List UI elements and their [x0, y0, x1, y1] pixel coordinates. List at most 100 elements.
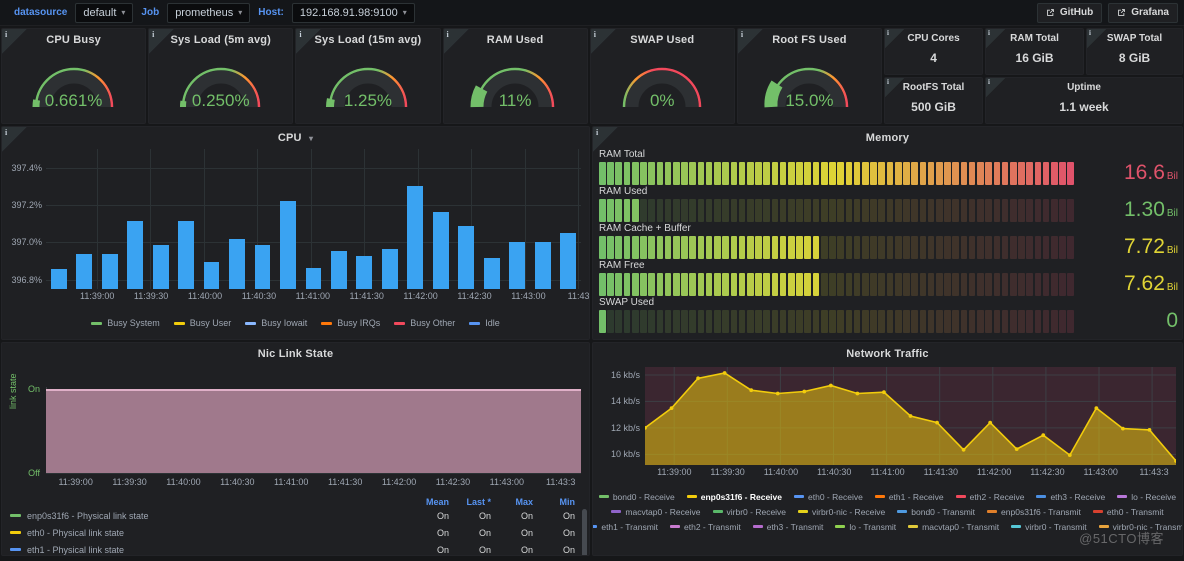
legend-item[interactable]: macvtap0 - Receive	[611, 507, 701, 517]
grafana-link-button[interactable]: Grafana	[1108, 2, 1178, 23]
panel-sys-load-5m[interactable]: i Sys Load (5m avg) 0.250%	[148, 28, 294, 124]
info-corner-icon[interactable]: i	[593, 127, 619, 153]
panel-uptime[interactable]: i Uptime 1.1 week	[985, 77, 1184, 124]
legend-item[interactable]: virbr0-nic - Transmit	[1098, 522, 1182, 532]
panel-ram-used[interactable]: i RAM Used 11%	[442, 28, 588, 124]
network-ytick-label: 14 kb/s	[610, 396, 640, 407]
info-corner-icon[interactable]: i	[296, 29, 323, 55]
panel-cpu-cores[interactable]: i CPU Cores 4	[884, 28, 984, 75]
legend-swatch	[173, 321, 185, 325]
legend-item[interactable]: Busy IRQs	[321, 318, 380, 328]
legend-column-header[interactable]: Mean	[407, 497, 449, 507]
legend-item[interactable]: macvtap0 - Transmit	[908, 522, 999, 532]
legend-item[interactable]: eth0 - Transmit	[1092, 507, 1164, 517]
info-corner-icon[interactable]: i	[986, 78, 1007, 98]
info-corner-icon[interactable]: i	[590, 29, 617, 55]
legend-item[interactable]: eth0 - Receive	[794, 492, 863, 502]
template-var-host-select[interactable]: 192.168.91.98:9100 ▾	[291, 2, 415, 23]
memory-gauge-cell	[681, 272, 688, 296]
table-row[interactable]: eth1 - Physical link state On On On On	[2, 541, 589, 555]
info-corner-icon[interactable]: i	[986, 29, 1007, 49]
template-var-job-select[interactable]: prometheus ▾	[167, 2, 251, 23]
gauge-arc-sys-load-15m: 1.25%	[316, 47, 420, 113]
legend-scrollbar[interactable]	[582, 509, 587, 555]
template-var-host-value: 192.168.91.98:9100	[299, 6, 398, 19]
table-row[interactable]: eth0 - Physical link state On On On On	[2, 524, 589, 541]
table-row	[555, 149, 580, 289]
legend-item[interactable]: Busy Iowait	[245, 318, 307, 328]
panel-network-traffic[interactable]: Network Traffic 10 kb/s 12 kb/s 14 kb/s 16 …	[592, 342, 1183, 556]
template-var-host[interactable]: Host: 192.168.91.98:9100 ▾	[250, 2, 415, 23]
template-var-datasource[interactable]: datasource default ▾	[6, 2, 134, 23]
legend-item[interactable]: eth3 - Receive	[1036, 492, 1105, 502]
info-corner-icon[interactable]: i	[149, 29, 176, 55]
memory-gauge-bar	[599, 198, 1074, 222]
network-chart-x-axis: 11:39:00 11:39:30 11:40:00 11:40:30 11:41:00…	[645, 467, 1178, 481]
info-corner-icon[interactable]: i	[2, 29, 28, 55]
legend-item[interactable]: virbr0-nic - Receive	[798, 507, 885, 517]
legend-item[interactable]: bond0 - Transmit	[897, 507, 975, 517]
legend-item[interactable]: virbr0 - Receive	[712, 507, 786, 517]
memory-gauge-value: 7.72 Bil	[1074, 235, 1178, 259]
legend-item[interactable]: Idle	[469, 318, 500, 328]
memory-gauge-cell	[672, 272, 680, 296]
memory-gauge-cell	[870, 198, 877, 222]
nic-chart-area-fill	[46, 389, 581, 473]
nic-xtick-label: 11:43:00	[489, 477, 525, 487]
legend-item[interactable]: virbr0 - Transmit	[1011, 522, 1087, 532]
legend-cell: On	[520, 510, 533, 521]
github-link-button[interactable]: GitHub	[1036, 2, 1103, 23]
info-corner-icon[interactable]: i	[885, 29, 906, 49]
cpu-bar	[152, 245, 169, 289]
panel-ram-total[interactable]: i RAM Total 16 GiB	[985, 28, 1085, 75]
legend-series-name[interactable]: enp0s31f6 - Physical link state	[2, 511, 407, 521]
memory-gauge-cell	[804, 198, 812, 222]
info-corner-icon[interactable]: i	[1087, 29, 1108, 49]
panel-cpu-busy[interactable]: i CPU Busy 0.661%	[1, 28, 147, 124]
memory-gauge-cell	[656, 198, 664, 222]
legend-item[interactable]: eth3 - Transmit	[752, 522, 823, 532]
legend-item[interactable]: lo - Transmit	[835, 522, 896, 532]
panel-memory[interactable]: i Memory RAM Total 16.6 Bil RAM Used 1.30 Bil…	[592, 126, 1183, 340]
panel-root-fs-used[interactable]: i Root FS Used 15.0%	[736, 28, 883, 124]
memory-gauge-cell	[927, 198, 935, 222]
legend-series-name[interactable]: eth1 - Physical link state	[2, 545, 407, 555]
table-row[interactable]: enp0s31f6 - Physical link state On On On On	[2, 507, 589, 524]
legend-item[interactable]: eth1 - Transmit	[593, 521, 659, 532]
legend-item[interactable]: eth1 - Receive	[874, 492, 944, 502]
memory-gauge-cell	[672, 309, 680, 333]
legend-item[interactable]: Busy System	[91, 318, 160, 328]
template-var-job[interactable]: Job prometheus ▾	[133, 2, 251, 23]
panel-rootfs-total[interactable]: i RootFS Total 500 GiB	[884, 77, 984, 124]
legend-item[interactable]: enp0s31f6 - Transmit	[987, 507, 1081, 517]
panel-nic-link-state[interactable]: Nic Link State link state On Off 11:39:0…	[1, 342, 590, 556]
panel-sys-load-15m[interactable]: i Sys Load (15m avg) 1.25%	[295, 28, 441, 124]
info-corner-icon[interactable]: i	[737, 29, 764, 55]
legend-item[interactable]: eth2 - Receive	[955, 492, 1024, 502]
memory-gauge-cell	[722, 272, 729, 296]
legend-column-header[interactable]: Max	[491, 497, 533, 507]
legend-column-header[interactable]: Min	[533, 497, 576, 507]
legend-item[interactable]: bond0 - Receive	[598, 492, 675, 502]
panel-swap-total[interactable]: i SWAP Total 8 GiB	[1086, 28, 1184, 75]
legend-series-name[interactable]: eth0 - Physical link state	[2, 528, 407, 538]
stat-title-uptime: Uptime	[1067, 82, 1101, 93]
legend-label: eth1 - Transmit	[601, 521, 659, 532]
info-corner-icon[interactable]: i	[885, 78, 906, 98]
info-corner-icon[interactable]: i	[443, 29, 470, 55]
legend-item[interactable]: enp0s31f6 - Receive	[686, 492, 782, 502]
legend-item[interactable]: Busy User	[173, 318, 231, 328]
memory-gauge-cell	[779, 161, 787, 185]
info-corner-icon[interactable]: i	[2, 127, 28, 153]
legend-column-header[interactable]: Last *	[449, 497, 491, 507]
legend-item[interactable]: eth2 - Transmit	[670, 522, 741, 532]
panel-swap-used[interactable]: i SWAP Used 0%	[589, 28, 735, 124]
legend-item[interactable]: Busy Other	[394, 318, 455, 328]
panel-cpu[interactable]: i CPU ▾ 396.8% 397.0% 397.2% 397.4% 11:39:0…	[1, 126, 590, 340]
legend-swatch	[1036, 495, 1047, 498]
chevron-down-icon[interactable]: ▾	[309, 134, 313, 143]
panel-title-cpu[interactable]: CPU ▾	[2, 127, 589, 147]
legend-item[interactable]: lo - Receive	[1117, 492, 1176, 502]
memory-gauge-cell	[771, 309, 779, 333]
template-var-datasource-select[interactable]: default ▾	[75, 2, 134, 23]
